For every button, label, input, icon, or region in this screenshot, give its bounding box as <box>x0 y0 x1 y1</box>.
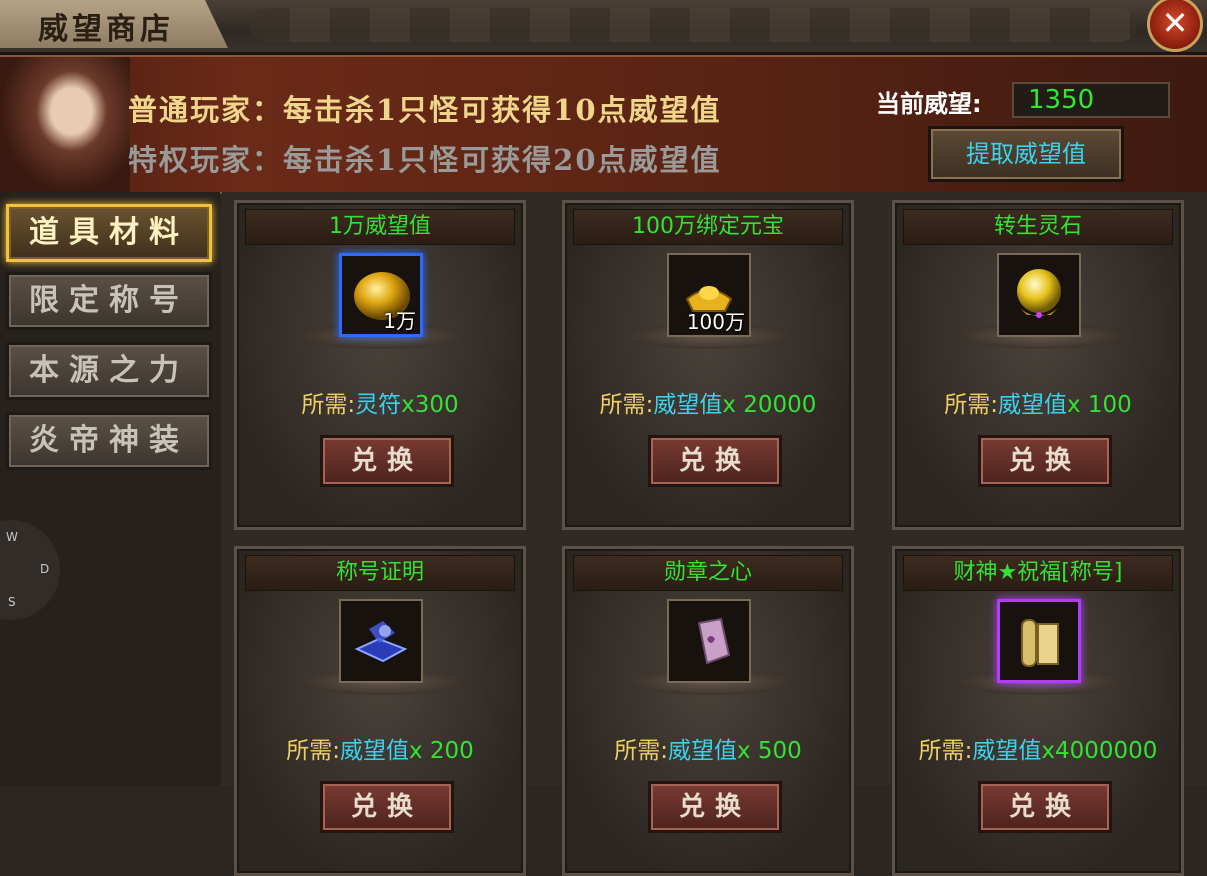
item-slot[interactable] <box>997 253 1081 337</box>
shop-item-card: 财神★祝福[称号] 所需:威望值x4000000 兑换 <box>892 546 1184 876</box>
gold-sphere-icon <box>1017 269 1061 318</box>
vip-player-rule: 特权玩家：每击杀1只怪可获得20点威望值 <box>128 143 722 177</box>
item-slot[interactable] <box>339 599 423 683</box>
requirement-amount: x4000000 <box>1041 738 1158 764</box>
window-title: 威望商店 <box>38 12 174 47</box>
item-requirement: 所需:威望值x4000000 <box>895 731 1181 765</box>
requirement-amount: x 20000 <box>722 392 817 418</box>
tab-origin-power[interactable]: 本源之力 <box>6 342 212 400</box>
item-requirement: 所需:威望值x 100 <box>895 385 1181 419</box>
exchange-button[interactable]: 兑换 <box>320 781 454 833</box>
item-name: 1万威望值 <box>245 209 515 245</box>
item-name: 100万绑定元宝 <box>573 209 843 245</box>
shop-item-card: 勋章之心 所需:威望值x 500 兑换 <box>562 546 854 876</box>
item-requirement: 所需:威望值x 500 <box>565 731 851 765</box>
npc-portrait <box>0 57 130 192</box>
title-bar: 威望商店 ✕ <box>0 0 1207 55</box>
requirement-currency: 威望值 <box>339 738 409 764</box>
requirement-label: 所需: <box>301 392 356 418</box>
requirement-currency: 灵符 <box>355 392 402 418</box>
requirement-currency: 威望值 <box>653 392 723 418</box>
item-quantity: 1万 <box>383 309 416 333</box>
book-icon <box>354 621 408 663</box>
requirement-currency: 威望值 <box>667 738 737 764</box>
item-name: 转生灵石 <box>903 209 1173 245</box>
requirement-label: 所需: <box>918 738 973 764</box>
category-sidebar: 道具材料 限定称号 本源之力 炎帝神装 <box>0 192 220 786</box>
requirement-label: 所需: <box>286 738 340 764</box>
item-slot[interactable] <box>997 599 1081 683</box>
item-requirement: 所需:威望值x 200 <box>237 731 523 765</box>
withdraw-prestige-button[interactable]: 提取威望值 <box>928 126 1124 182</box>
item-name: 财神★祝福[称号] <box>903 555 1173 591</box>
exchange-button[interactable]: 兑换 <box>978 435 1112 487</box>
shop-item-card: 1万威望值 1万 所需:灵符x300 兑换 <box>234 200 526 530</box>
requirement-amount: x 200 <box>408 738 474 764</box>
requirement-label: 所需: <box>599 392 654 418</box>
requirement-label: 所需: <box>614 738 668 764</box>
normal-player-rule: 普通玩家：每击杀1只怪可获得10点威望值 <box>128 93 722 127</box>
requirement-currency: 威望值 <box>997 392 1067 418</box>
requirement-amount: x 100 <box>1066 392 1132 418</box>
compass-s: S <box>8 595 16 609</box>
scroll-icon <box>1021 619 1059 667</box>
tab-yandi-gear[interactable]: 炎帝神装 <box>6 412 212 470</box>
exchange-button[interactable]: 兑换 <box>978 781 1112 833</box>
current-prestige-value: 1350 <box>1012 82 1170 118</box>
requirement-amount: x300 <box>401 392 459 418</box>
item-slot[interactable]: 100万 <box>667 253 751 337</box>
current-prestige-label: 当前威望: <box>876 90 982 118</box>
shop-item-grid: 1万威望值 1万 所需:灵符x300 兑换 100万绑定元宝 100万 所需:威… <box>222 192 1207 876</box>
item-slot[interactable]: 1万 <box>339 253 423 337</box>
shop-item-card: 称号证明 所需:威望值x 200 兑换 <box>234 546 526 876</box>
item-name: 勋章之心 <box>573 555 843 591</box>
requirement-currency: 威望值 <box>972 738 1042 764</box>
exchange-button[interactable]: 兑换 <box>648 781 782 833</box>
item-slot[interactable] <box>667 599 751 683</box>
requirement-amount: x 500 <box>736 738 802 764</box>
info-banner: 普通玩家：每击杀1只怪可获得10点威望值 特权玩家：每击杀1只怪可获得20点威望… <box>0 55 1207 194</box>
item-quantity: 100万 <box>686 310 745 334</box>
tab-limited-titles[interactable]: 限定称号 <box>6 272 212 330</box>
close-button[interactable]: ✕ <box>1147 0 1203 52</box>
tab-items-materials[interactable]: 道具材料 <box>6 204 212 262</box>
item-requirement: 所需:灵符x300 <box>237 385 523 419</box>
shop-item-card: 100万绑定元宝 100万 所需:威望值x 20000 兑换 <box>562 200 854 530</box>
requirement-label: 所需: <box>944 392 998 418</box>
shop-item-card: 转生灵石 所需:威望值x 100 兑换 <box>892 200 1184 530</box>
item-name: 称号证明 <box>245 555 515 591</box>
medal-heart-icon <box>697 617 731 665</box>
compass-d: D <box>40 562 50 576</box>
item-requirement: 所需:威望值x 20000 <box>565 385 851 419</box>
compass-w: W <box>6 530 18 544</box>
exchange-button[interactable]: 兑换 <box>648 435 782 487</box>
exchange-button[interactable]: 兑换 <box>320 435 454 487</box>
title-ornament <box>250 8 1137 42</box>
